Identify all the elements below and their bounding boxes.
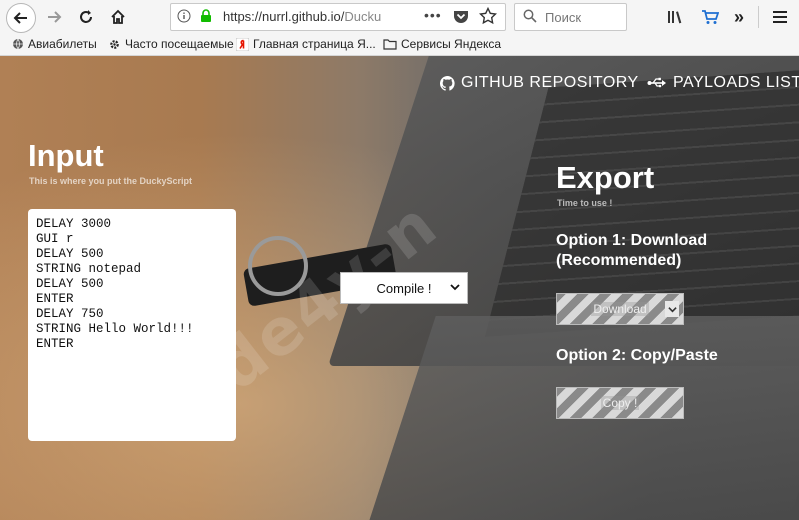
bookmark-label: Главная страница Я... xyxy=(253,37,376,51)
copy-button[interactable]: Copy ! xyxy=(556,387,684,419)
forward-button[interactable] xyxy=(40,3,68,31)
url-rest: Ducku xyxy=(344,9,382,24)
home-icon xyxy=(111,9,125,24)
globe-icon xyxy=(13,38,23,50)
duckyscript-editor[interactable]: DELAY 3000 GUI r DELAY 500 STRING notepa… xyxy=(28,209,236,441)
library-button[interactable] xyxy=(666,6,684,28)
bookmark-aviabilety[interactable]: Авиабилеты xyxy=(12,37,97,51)
cart-button[interactable] xyxy=(701,6,719,28)
search-placeholder: Поиск xyxy=(545,10,582,25)
library-icon xyxy=(668,11,682,24)
back-button[interactable] xyxy=(6,3,36,33)
compile-button[interactable]: Compile ! xyxy=(340,272,468,304)
menu-button[interactable] xyxy=(772,6,788,28)
gear-icon xyxy=(110,39,119,49)
browser-toolbar: https://nurrl.github.io/Ducku ••• Поиск … xyxy=(0,0,799,35)
cart-icon xyxy=(702,10,719,24)
home-button[interactable] xyxy=(104,3,132,31)
lock-icon xyxy=(201,9,211,22)
bookmark-most-visited[interactable]: Часто посещаемые xyxy=(108,37,234,51)
bookmark-label: Часто посещаемые xyxy=(125,37,234,51)
arrow-right-icon xyxy=(48,11,62,23)
address-bar[interactable]: https://nurrl.github.io/Ducku ••• xyxy=(170,3,506,31)
option2-heading: Option 2: Copy/Paste xyxy=(556,347,718,364)
chevron-down-icon xyxy=(667,306,677,312)
page-actions-icon[interactable]: ••• xyxy=(424,7,442,23)
input-heading: Input xyxy=(28,138,104,173)
payloads-list-link[interactable]: PAYLOADS LIST xyxy=(647,74,799,92)
page-content: code4y-n GITHUB REPOSITORY PAYLOADS LIST… xyxy=(0,56,799,520)
bookmark-label: Авиабилеты xyxy=(28,37,97,51)
folder-icon xyxy=(383,39,397,50)
yandex-icon xyxy=(236,37,249,51)
github-link-label: GITHUB REPOSITORY xyxy=(461,74,639,91)
export-subtitle: Time to use ! xyxy=(557,198,613,208)
bookmark-label: Сервисы Яндекса xyxy=(401,37,502,51)
github-icon xyxy=(440,75,455,91)
pocket-icon[interactable] xyxy=(453,9,469,23)
export-heading: Export xyxy=(556,160,655,195)
search-icon xyxy=(523,9,537,23)
reload-button[interactable] xyxy=(72,3,100,31)
download-label: Download xyxy=(591,302,649,316)
option1-heading: Option 1: Download (Recommended) xyxy=(556,232,708,269)
bookmark-yandex-services[interactable]: Сервисы Яндекса xyxy=(383,37,501,51)
download-button[interactable]: Download xyxy=(556,293,684,325)
info-icon[interactable] xyxy=(177,9,191,23)
usb-icon xyxy=(647,77,666,88)
copy-label: Copy ! xyxy=(600,396,640,410)
bookmark-yandex-home[interactable]: Главная страница Я... xyxy=(236,37,376,51)
input-subtitle: This is where you put the DuckyScript xyxy=(29,176,193,186)
reload-icon xyxy=(80,10,92,23)
toolbar-divider xyxy=(758,6,759,28)
download-dropdown-toggle[interactable] xyxy=(665,301,679,317)
url-prefix: https://nurrl.github.io/ xyxy=(223,9,345,24)
search-box[interactable]: Поиск xyxy=(514,3,627,31)
bookmark-star-icon[interactable] xyxy=(479,7,497,25)
compile-label: Compile ! xyxy=(376,280,432,296)
chevron-down-icon xyxy=(450,284,460,291)
url-text[interactable]: https://nurrl.github.io/Ducku xyxy=(223,9,381,24)
hamburger-icon xyxy=(773,11,787,23)
payloads-link-label: PAYLOADS LIST xyxy=(673,74,799,91)
overflow-button[interactable]: » xyxy=(734,6,744,28)
arrow-left-icon xyxy=(13,12,27,24)
github-repository-link[interactable]: GITHUB REPOSITORY xyxy=(440,74,639,92)
bookmarks-bar: Авиабилеты Часто посещаемые Главная стра… xyxy=(0,34,799,56)
